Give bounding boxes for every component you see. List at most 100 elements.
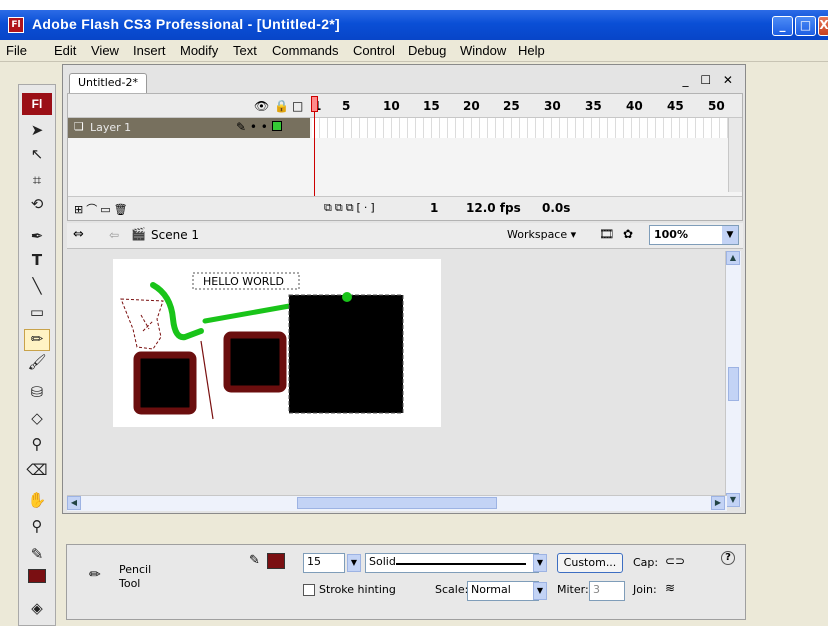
hand-tool-icon[interactable]: ✋ [24,491,50,513]
scroll-up-icon[interactable]: ▲ [726,251,740,265]
scroll-left-icon[interactable]: ◀ [67,496,81,510]
menu-text[interactable]: Text [233,43,257,58]
menu-debug[interactable]: Debug [408,43,446,58]
scene-label[interactable]: Scene 1 [151,228,199,242]
menu-view[interactable]: View [91,43,119,58]
maroon-square-left [133,351,197,415]
onion-skin-icon[interactable]: ⧉⧉⧉[·] [324,201,378,215]
stroke-color-swatch[interactable] [28,569,46,583]
pencil-tool-icon[interactable]: ✏ [24,329,50,351]
stroke-color-picker[interactable] [267,553,285,569]
frame-number: 10 [383,99,400,113]
scale-label: Scale: [435,583,469,596]
elapsed-time: 0.0s [542,201,571,215]
menu-edit[interactable]: Edit [54,43,76,58]
document-tab[interactable]: Untitled-2* [69,73,147,93]
lock-icon[interactable]: 🔒 [274,99,289,113]
line-tool-icon[interactable]: ╲ [24,277,50,299]
edit-symbols-icon[interactable]: ✿ [623,227,633,241]
stage-canvas[interactable]: HELLO WORLD [113,259,441,427]
layer-pencil-icon: ✎ • • [236,120,282,134]
stroke-color-icon[interactable]: ✎ [24,545,50,567]
green-dot [342,292,352,302]
layer-color-swatch[interactable] [271,121,282,131]
text-tool-icon[interactable]: T [24,251,50,273]
playhead-handle[interactable] [311,96,318,112]
stroke-height-field[interactable]: 15 [303,553,345,573]
eraser-tool-icon[interactable]: ⌫ [24,461,50,483]
stroke-style-dropdown-icon[interactable]: ▼ [533,554,547,572]
menu-control[interactable]: Control [353,43,395,58]
maximize-button[interactable]: □ [795,16,816,36]
frame-number: 35 [585,99,602,113]
zoom-dropdown-icon[interactable]: ▼ [722,226,738,244]
properties-panel: ✏ Pencil Tool ✎ 15 ▼ Solid ▼ Custom... C… [66,544,746,620]
menu-help[interactable]: Help [518,43,545,58]
vertical-scroll-thumb[interactable] [728,367,739,401]
miter-field[interactable]: 3 [589,581,625,601]
close-button[interactable]: X [818,16,828,36]
menu-commands[interactable]: Commands [272,43,338,58]
timeline-scrollbar[interactable] [728,118,742,192]
window-title: Adobe Flash CS3 Professional - [Untitled… [32,16,341,32]
menu-bar: File Edit View Insert Modify Text Comman… [0,40,828,62]
menu-window[interactable]: Window [460,43,506,58]
window-titlebar: Fl Adobe Flash CS3 Professional - [Untit… [0,10,828,40]
frame-number: 40 [626,99,643,113]
workspace-menu[interactable]: Workspace ▾ [507,228,576,241]
pen-tool-icon[interactable]: ✒ [24,227,50,249]
frame-number: 20 [463,99,480,113]
pasteboard[interactable]: HELLO WORLD [67,251,727,507]
stroke-pencil-icon: ✎ [249,553,260,568]
edit-scene-icon[interactable]: 🎞 [599,227,614,241]
back-arrow-icon[interactable]: ⇦ [109,228,119,242]
help-icon[interactable]: ? [721,551,735,565]
layer-buttons-icon[interactable]: ⊞⌒▭🗑 [74,201,131,217]
stroke-height-dropdown-icon[interactable]: ▼ [347,554,361,572]
flash-app-icon: Fl [8,17,24,33]
stage-horizontal-scrollbar[interactable]: ◀ ▶ [67,495,727,511]
frame-number: 30 [544,99,561,113]
ink-bottle-tool-icon[interactable]: ⛁ [24,383,50,405]
zoom-tool-icon[interactable]: ⚲ [24,517,50,539]
brush-tool-icon[interactable]: 🖌 [24,353,50,375]
hello-world-text[interactable]: HELLO WORLD [203,275,284,288]
cap-label: Cap: [633,556,659,569]
join-style-icon[interactable]: ≋ [665,581,675,595]
frames-grid[interactable] [312,118,728,138]
menu-insert[interactable]: Insert [133,43,166,58]
stroke-hinting-checkbox[interactable] [303,584,315,596]
fill-color-icon[interactable]: ◈ [24,599,50,621]
frame-number: 50 [708,99,725,113]
eyedropper-tool-icon[interactable]: ⚲ [24,435,50,457]
horizontal-scroll-thumb[interactable] [297,497,497,509]
scale-select[interactable]: Normal [467,581,539,601]
free-transform-tool-icon[interactable]: ⌗ [24,171,50,193]
selection-tool-icon[interactable]: ➤ [24,121,50,143]
menu-modify[interactable]: Modify [180,43,218,58]
eye-icon[interactable]: 👁 [254,99,269,113]
menu-file[interactable]: File [6,43,27,58]
stage-vertical-scrollbar[interactable]: ▲ ▼ [725,251,741,507]
rectangle-tool-icon[interactable]: ▭ [24,303,50,325]
scene-icon: 🎬 [131,227,146,241]
outline-icon[interactable]: □ [292,99,303,113]
minimize-button[interactable]: _ [772,16,793,36]
scroll-right-icon[interactable]: ▶ [711,496,725,510]
cap-style-icon[interactable]: ⊂⊃ [665,554,685,568]
stroke-hinting-label: Stroke hinting [319,583,396,596]
subselection-tool-icon[interactable]: ↖ [24,145,50,167]
toggle-timeline-icon[interactable]: ⇔ [73,227,84,242]
custom-stroke-button[interactable]: Custom... [557,553,623,573]
stroke-style-select[interactable]: Solid [365,553,539,573]
lasso-tool-icon[interactable]: ⟲ [24,195,50,217]
zoom-select[interactable]: 100% ▼ [649,225,739,245]
paint-bucket-tool-icon[interactable]: ◇ [24,409,50,431]
layer-row[interactable]: ❏ Layer 1 ✎ • • [68,118,310,138]
scroll-down-icon[interactable]: ▼ [726,493,740,507]
document-window-controls[interactable]: _ ☐ ✕ [683,73,737,87]
scale-dropdown-icon[interactable]: ▼ [533,582,547,600]
frame-number: 5 [342,99,351,113]
current-frame: 1 [430,201,439,215]
frame-rate: 12.0 fps [466,201,521,215]
